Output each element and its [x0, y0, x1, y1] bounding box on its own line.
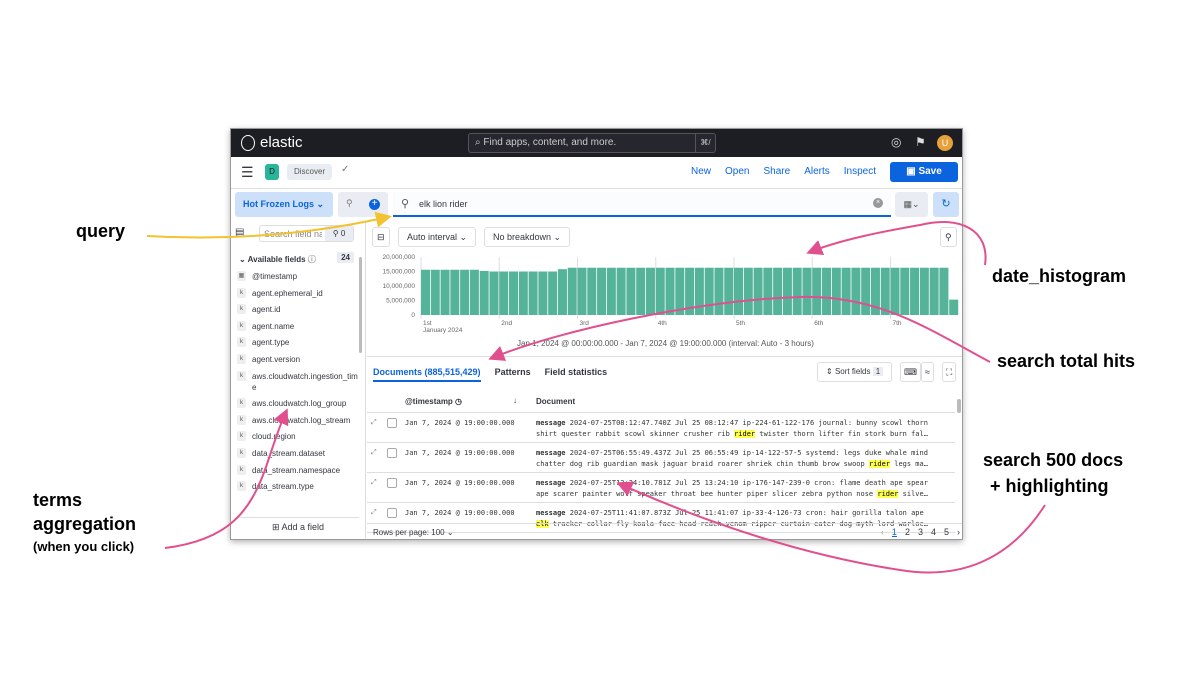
annotation-query: query	[76, 221, 126, 241]
date-histogram-arrow	[806, 220, 987, 266]
docs-arrow	[616, 481, 1046, 574]
annotation-date-histogram: date_histogram	[992, 266, 1127, 286]
annotation-terms-1: terms	[33, 490, 83, 510]
annotation-terms-3: (when you click)	[33, 539, 135, 554]
annotation-docs-2: + highlighting	[990, 476, 1109, 496]
annotation-docs-1: search 500 docs	[983, 450, 1124, 470]
annotation-total-hits: search total hits	[997, 351, 1136, 371]
terms-arrow	[164, 408, 289, 549]
total-hits-arrow	[488, 295, 991, 363]
annotation-arrows	[146, 211, 1046, 574]
query-arrow	[146, 211, 392, 239]
annotation-terms-2: aggregation	[33, 514, 137, 534]
